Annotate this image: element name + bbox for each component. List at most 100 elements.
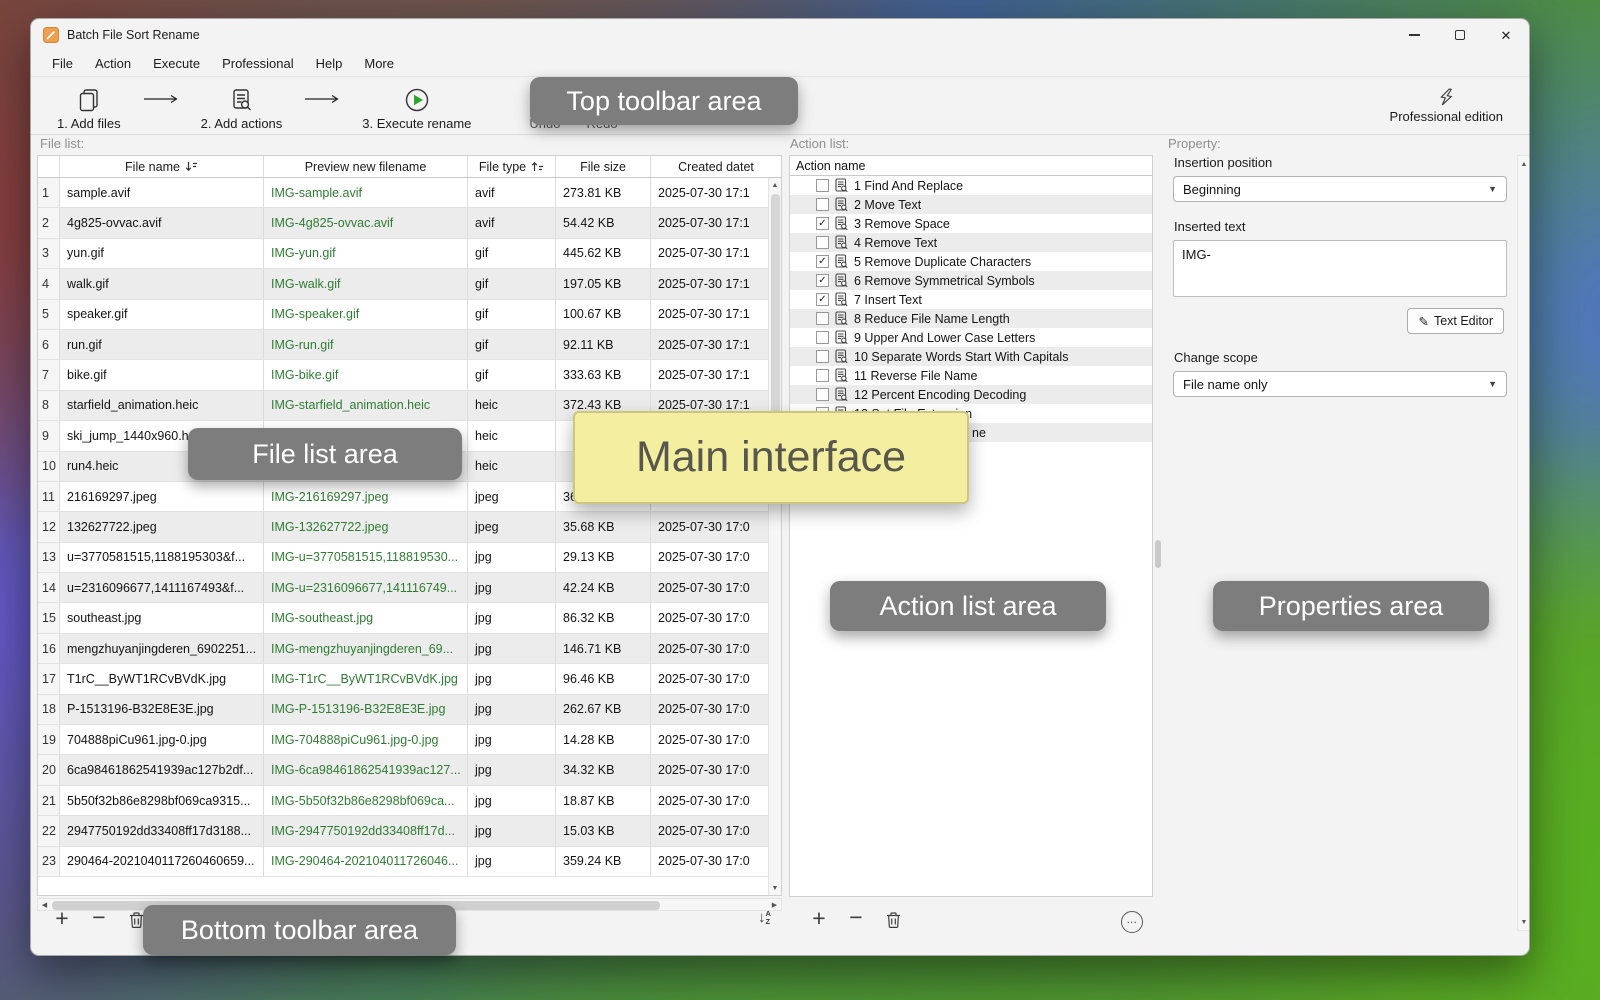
file-list-vertical-scrollbar[interactable]: ▲ ▼ bbox=[768, 178, 781, 895]
menu-item-help[interactable]: Help bbox=[305, 53, 354, 74]
action-checkbox[interactable]: ✓ bbox=[816, 255, 829, 268]
scroll-down-icon[interactable]: ▼ bbox=[1518, 915, 1530, 929]
scroll-down-icon[interactable]: ▼ bbox=[769, 881, 781, 895]
add-action-button[interactable]: + bbox=[808, 906, 830, 932]
table-row[interactable]: 16mengzhuyanjingderen_6902251...IMG-meng… bbox=[38, 634, 768, 664]
insertion-position-select[interactable]: Beginning ▼ bbox=[1173, 176, 1507, 202]
delete-actions-button[interactable] bbox=[882, 907, 904, 933]
cell-prev: IMG-mengzhuyanjingderen_69... bbox=[264, 634, 468, 663]
table-row[interactable]: 1sample.avifIMG-sample.avifavif273.81 KB… bbox=[38, 178, 768, 208]
table-row[interactable]: 23290464-2021040117260460659...IMG-29046… bbox=[38, 847, 768, 877]
action-list-item[interactable]: ✓5 Remove Duplicate Characters bbox=[790, 252, 1152, 271]
cell-size: 15.03 KB bbox=[556, 816, 651, 845]
action-list-header[interactable]: Action name bbox=[790, 156, 1152, 176]
table-row[interactable]: 222947750192dd33408ff17d3188...IMG-29477… bbox=[38, 816, 768, 846]
action-item-label: 1 Find And Replace bbox=[854, 179, 963, 193]
action-checkbox[interactable] bbox=[816, 331, 829, 344]
table-row[interactable]: 18P-1513196-B32E8E3E.jpgIMG-P-1513196-B3… bbox=[38, 695, 768, 725]
action-checkbox[interactable] bbox=[816, 350, 829, 363]
action-checkbox[interactable] bbox=[816, 388, 829, 401]
cell-size: 197.05 KB bbox=[556, 269, 651, 298]
scroll-up-icon[interactable]: ▲ bbox=[769, 178, 781, 192]
column-header-file-name[interactable]: File name bbox=[60, 156, 264, 177]
action-checkbox[interactable] bbox=[816, 179, 829, 192]
cell-type: gif bbox=[468, 239, 556, 268]
cell-type: jpg bbox=[468, 634, 556, 663]
action-list-item[interactable]: 10 Separate Words Start With Capitals bbox=[790, 347, 1152, 366]
minimize-icon bbox=[1409, 34, 1420, 35]
cell-prev: IMG-southeast.jpg bbox=[264, 603, 468, 632]
cell-name: bike.gif bbox=[60, 360, 264, 389]
remove-action-button[interactable]: − bbox=[845, 905, 867, 931]
column-header-preview[interactable]: Preview new filename bbox=[264, 156, 468, 177]
table-row[interactable]: 15southeast.jpgIMG-southeast.jpgjpg86.32… bbox=[38, 603, 768, 633]
action-list-item[interactable]: 1 Find And Replace bbox=[790, 176, 1152, 195]
table-row[interactable]: 4walk.gifIMG-walk.gifgif197.05 KB2025-07… bbox=[38, 269, 768, 299]
text-editor-button[interactable]: ✎ Text Editor bbox=[1407, 308, 1504, 334]
action-list-item[interactable]: 11 Reverse File Name bbox=[790, 366, 1152, 385]
menu-item-execute[interactable]: Execute bbox=[142, 53, 211, 74]
action-list-scrollbar[interactable] bbox=[1153, 155, 1162, 897]
action-list-item[interactable]: ✓3 Remove Space bbox=[790, 214, 1152, 233]
maximize-button[interactable] bbox=[1437, 19, 1483, 51]
action-list-item[interactable]: 4 Remove Text bbox=[790, 233, 1152, 252]
table-row[interactable]: 17T1rC__ByWT1RCvBVdK.jpgIMG-T1rC__ByWT1R… bbox=[38, 664, 768, 694]
column-header-file-type[interactable]: File type bbox=[468, 156, 556, 177]
action-doc-icon bbox=[835, 216, 848, 231]
table-row[interactable]: 5speaker.gifIMG-speaker.gifgif100.67 KB2… bbox=[38, 300, 768, 330]
inserted-text-field[interactable]: IMG- bbox=[1173, 240, 1507, 297]
cell-name: u=3770581515,1188195303&f... bbox=[60, 543, 264, 572]
action-checkbox[interactable] bbox=[816, 312, 829, 325]
action-doc-icon bbox=[835, 387, 848, 402]
cell-prev: IMG-P-1513196-B32E8E3E.jpg bbox=[264, 695, 468, 724]
table-row[interactable]: 14u=2316096677,1411167493&f...IMG-u=2316… bbox=[38, 573, 768, 603]
column-header-index[interactable] bbox=[38, 156, 60, 177]
scrollbar-thumb[interactable] bbox=[1155, 540, 1161, 568]
table-row[interactable]: 206ca98461862541939ac127b2df...IMG-6ca98… bbox=[38, 755, 768, 785]
add-actions-button[interactable]: 2. Add actions bbox=[201, 81, 283, 131]
column-header-created[interactable]: Created datet bbox=[651, 156, 781, 177]
menu-item-professional[interactable]: Professional bbox=[211, 53, 305, 74]
action-checkbox[interactable]: ✓ bbox=[816, 217, 829, 230]
action-checkbox[interactable] bbox=[816, 369, 829, 382]
scroll-left-icon[interactable]: ◀ bbox=[38, 899, 51, 911]
property-scrollbar[interactable]: ▲ ▼ bbox=[1517, 155, 1530, 931]
action-list-item[interactable]: 12 Percent Encoding Decoding bbox=[790, 385, 1152, 404]
scroll-up-icon[interactable]: ▲ bbox=[1518, 157, 1530, 171]
table-row[interactable]: 12132627722.jpegIMG-132627722.jpegjpeg35… bbox=[38, 512, 768, 542]
table-row[interactable]: 7bike.gifIMG-bike.gifgif333.63 KB2025-07… bbox=[38, 360, 768, 390]
cell-num: 11 bbox=[38, 482, 60, 511]
execute-rename-button[interactable]: 3. Execute rename bbox=[362, 81, 471, 131]
remove-file-button[interactable]: − bbox=[88, 905, 110, 931]
action-list-item[interactable]: 8 Reduce File Name Length bbox=[790, 309, 1152, 328]
menu-item-more[interactable]: More bbox=[353, 53, 405, 74]
table-row[interactable]: 13u=3770581515,1188195303&f...IMG-u=3770… bbox=[38, 543, 768, 573]
action-checkbox[interactable]: ✓ bbox=[816, 274, 829, 287]
action-list-item[interactable]: 2 Move Text bbox=[790, 195, 1152, 214]
cell-type: gif bbox=[468, 300, 556, 329]
table-row[interactable]: 19704888piCu961.jpg-0.jpgIMG-704888piCu9… bbox=[38, 725, 768, 755]
sort-az-button[interactable]: ↓ AZ bbox=[758, 909, 771, 926]
action-checkbox[interactable] bbox=[816, 198, 829, 211]
table-row[interactable]: 24g825-ovvac.avifIMG-4g825-ovvac.avifavi… bbox=[38, 208, 768, 238]
menu-item-file[interactable]: File bbox=[41, 53, 84, 74]
action-checkbox[interactable]: ✓ bbox=[816, 293, 829, 306]
column-header-file-size[interactable]: File size bbox=[556, 156, 651, 177]
action-checkbox[interactable] bbox=[816, 236, 829, 249]
table-row[interactable]: 3yun.gifIMG-yun.gifgif445.62 KB2025-07-3… bbox=[38, 239, 768, 269]
add-file-button[interactable]: + bbox=[51, 906, 73, 932]
close-button[interactable]: ✕ bbox=[1483, 19, 1529, 51]
table-row[interactable]: 215b50f32b86e8298bf069ca9315...IMG-5b50f… bbox=[38, 786, 768, 816]
cell-created: 2025-07-30 17:0 bbox=[651, 786, 768, 815]
change-scope-select[interactable]: File name only ▼ bbox=[1173, 371, 1507, 397]
action-list-item[interactable]: 9 Upper And Lower Case Letters bbox=[790, 328, 1152, 347]
minimize-button[interactable] bbox=[1391, 19, 1437, 51]
cell-size: 35.68 KB bbox=[556, 512, 651, 541]
action-list-item[interactable]: ✓7 Insert Text bbox=[790, 290, 1152, 309]
action-list-item[interactable]: ✓6 Remove Symmetrical Symbols bbox=[790, 271, 1152, 290]
table-row[interactable]: 6run.gifIMG-run.gifgif92.11 KB2025-07-30… bbox=[38, 330, 768, 360]
more-options-button[interactable]: … bbox=[1121, 911, 1143, 933]
add-files-button[interactable]: 1. Add files bbox=[57, 81, 121, 131]
menu-item-action[interactable]: Action bbox=[84, 53, 142, 74]
cell-name: mengzhuyanjingderen_6902251... bbox=[60, 634, 264, 663]
